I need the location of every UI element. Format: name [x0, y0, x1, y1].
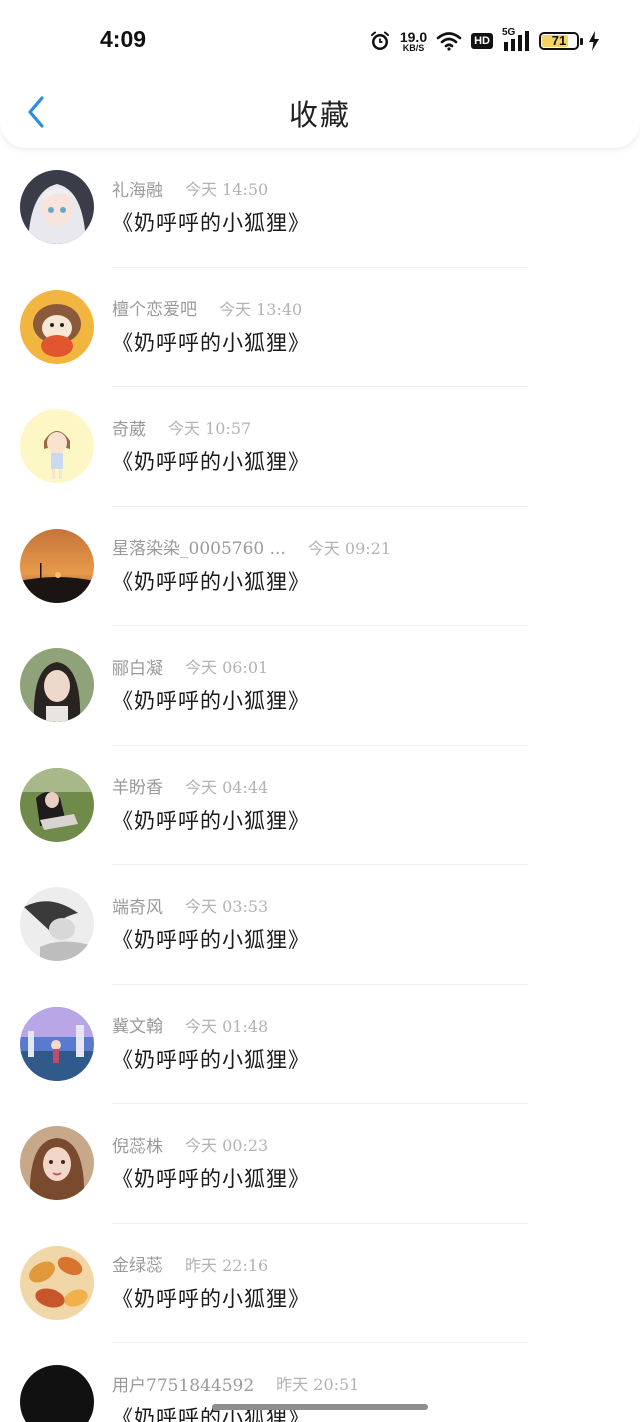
- grass-photo-avatar[interactable]: [20, 767, 94, 842]
- alarm-icon: [370, 31, 389, 50]
- book-title: 《奶呼呼的小狐狸》: [112, 928, 310, 952]
- list-item[interactable]: 端奇风 今天 03:53 《奶呼呼的小狐狸》: [0, 865, 640, 985]
- user-name: 檀个恋爱吧: [112, 300, 197, 320]
- network-speed: 19.0 KB/S: [400, 30, 427, 53]
- cartoon-girl-avatar[interactable]: [20, 409, 94, 483]
- battery-level: 71: [551, 33, 567, 48]
- list-item[interactable]: 郦白凝 今天 06:01 《奶呼呼的小狐狸》: [0, 626, 640, 746]
- item-meta: 冀文翰 今天 01:48: [112, 1013, 269, 1038]
- book-title: 《奶呼呼的小狐狸》: [112, 1167, 310, 1191]
- list-item[interactable]: 用户7751844592 昨天 20:51 《奶呼呼的小狐狸》: [0, 1343, 640, 1422]
- battery-icon: 71: [539, 32, 583, 50]
- bw-photo-avatar[interactable]: [20, 887, 94, 961]
- default-avatar[interactable]: [20, 1365, 94, 1422]
- item-date: 今天 03:53: [185, 897, 269, 916]
- item-date: 今天 00:23: [185, 1136, 269, 1155]
- book-title: 《奶呼呼的小狐狸》: [112, 1286, 310, 1311]
- nav-bar: 收藏: [0, 80, 640, 144]
- item-date: 昨天 22:16: [185, 1255, 269, 1275]
- network-speed-unit: KB/S: [402, 42, 425, 53]
- item-date: 今天 06:01: [185, 658, 269, 677]
- charging-icon: [589, 31, 599, 51]
- book-title: 《奶呼呼的小狐狸》: [112, 211, 310, 235]
- item-meta: 星落染染_0005760 ... 今天 09:21: [112, 535, 392, 560]
- status-bar: 4:09 19.0 KB/S HD 5G 71: [0, 0, 640, 80]
- user-name: 端奇风: [112, 897, 163, 918]
- list-item[interactable]: 冀文翰 今天 01:48 《奶呼呼的小狐狸》: [0, 985, 640, 1104]
- user-name: 倪蕊株: [112, 1136, 163, 1157]
- list-item[interactable]: 金绿蕊 昨天 22:16 《奶呼呼的小狐狸》: [0, 1224, 640, 1343]
- item-meta: 奇葳 今天 10:57: [112, 415, 252, 440]
- user-name: 奇葳: [112, 419, 146, 440]
- autumn-leaves-avatar[interactable]: [20, 1245, 94, 1320]
- anime-scene-avatar[interactable]: [20, 1006, 94, 1081]
- item-meta: 羊盼香 今天 04:44: [112, 774, 269, 799]
- item-date: 今天 01:48: [185, 1016, 269, 1036]
- book-title: 《奶呼呼的小狐狸》: [112, 689, 310, 713]
- header: 4:09 19.0 KB/S HD 5G 71 收藏: [0, 0, 640, 148]
- item-meta: 端奇风 今天 03:53: [112, 893, 269, 918]
- list-item[interactable]: 羊盼香 今天 04:44 《奶呼呼的小狐狸》: [0, 746, 640, 865]
- list-item[interactable]: 檀个恋爱吧 今天 13:40 《奶呼呼的小狐狸》: [0, 268, 640, 387]
- user-name: 星落染染_0005760 ...: [112, 539, 286, 559]
- item-meta: 用户7751844592 昨天 20:51: [112, 1371, 360, 1396]
- item-date: 今天 13:40: [219, 299, 303, 319]
- item-meta: 郦白凝 今天 06:01: [112, 654, 269, 679]
- user-name: 郦白凝: [112, 658, 163, 679]
- item-date: 今天 04:44: [185, 777, 269, 797]
- portrait-avatar[interactable]: [20, 1126, 94, 1200]
- item-date: 今天 09:21: [307, 538, 392, 558]
- list-item[interactable]: 倪蕊株 今天 00:23 《奶呼呼的小狐狸》: [0, 1104, 640, 1224]
- page-title: 收藏: [288, 98, 351, 132]
- network-speed-value: 19.0: [399, 28, 428, 45]
- list-item[interactable]: 奇葳 今天 10:57 《奶呼呼的小狐狸》: [0, 387, 640, 507]
- item-meta: 礼海融 今天 14:50: [112, 176, 269, 201]
- item-meta: 金绿蕊 昨天 22:16: [112, 1252, 269, 1277]
- wifi-icon: [436, 32, 462, 51]
- user-name: 用户7751844592: [112, 1375, 255, 1396]
- book-title: 《奶呼呼的小狐狸》: [112, 450, 310, 474]
- photo-avatar[interactable]: [20, 648, 94, 722]
- hd-badge: HD: [471, 33, 493, 49]
- status-time: 4:09: [100, 26, 147, 52]
- list-item[interactable]: 星落染染_0005760 ... 今天 09:21 《奶呼呼的小狐狸》: [0, 507, 640, 626]
- user-name: 冀文翰: [112, 1017, 163, 1037]
- book-title: 《奶呼呼的小狐狸》: [112, 569, 310, 594]
- book-title: 《奶呼呼的小狐狸》: [112, 330, 310, 355]
- item-date: 昨天 20:51: [276, 1375, 360, 1394]
- item-meta: 檀个恋爱吧 今天 13:40: [112, 296, 303, 321]
- item-date: 今天 14:50: [185, 180, 269, 199]
- book-title: 《奶呼呼的小狐狸》: [112, 1047, 310, 1072]
- item-date: 今天 10:57: [168, 419, 252, 438]
- book-title: 《奶呼呼的小狐狸》: [112, 808, 310, 833]
- hedgehog-avatar[interactable]: [20, 289, 94, 364]
- item-meta: 倪蕊株 今天 00:23: [112, 1132, 269, 1157]
- favorites-list: 礼海融 今天 14:50 《奶呼呼的小狐狸》 檀个恋爱吧 今天 13:40 《奶…: [0, 148, 640, 1422]
- cellular-signal-icon: 5G: [502, 27, 530, 52]
- status-icons: 19.0 KB/S HD 5G 71: [369, 26, 600, 56]
- anime-girl-avatar[interactable]: [20, 170, 94, 244]
- list-item[interactable]: 礼海融 今天 14:50 《奶呼呼的小狐狸》: [0, 148, 640, 268]
- user-name: 羊盼香: [112, 778, 163, 798]
- favorites-screen: 4:09 19.0 KB/S HD 5G 71 收藏 礼海融 今天 14:50 …: [0, 0, 640, 1422]
- user-name: 金绿蕊: [112, 1256, 163, 1276]
- home-indicator[interactable]: [212, 1404, 428, 1410]
- user-name: 礼海融: [112, 180, 163, 201]
- sunset-avatar[interactable]: [20, 528, 94, 603]
